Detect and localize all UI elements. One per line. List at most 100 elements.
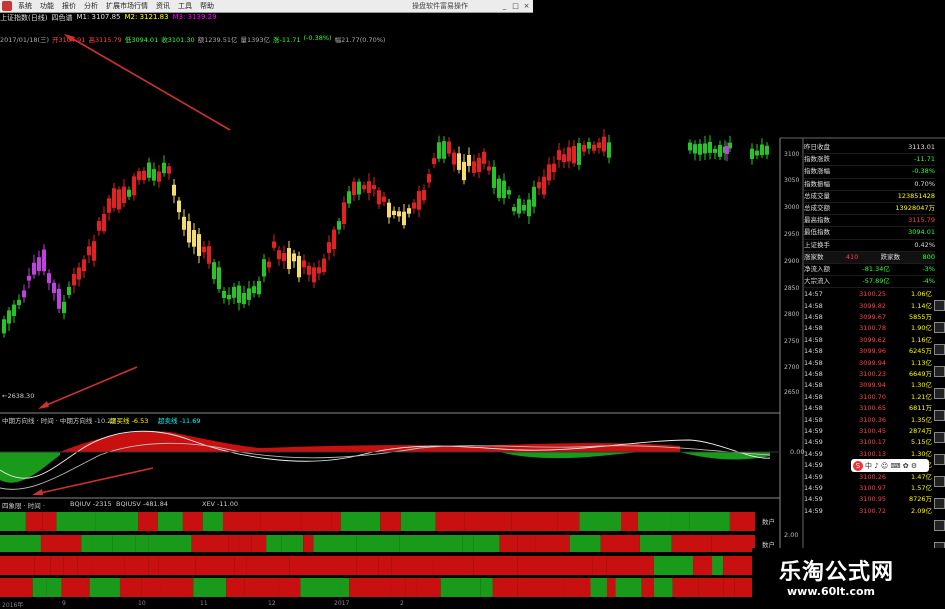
candle-body (602, 136, 606, 152)
candle-body (62, 301, 66, 314)
tick-price: 3100.95 (859, 495, 886, 504)
tick-volume: 5855万 (908, 313, 932, 322)
candle-body (7, 310, 11, 324)
tick-row[interactable]: 14:58 3099.94 1.13亿 (804, 358, 935, 369)
quadrant-band-segment (517, 535, 536, 552)
tool-button[interactable] (934, 454, 945, 465)
candle-body (307, 265, 311, 275)
tick-row[interactable]: 14:58 3099.94 1.30亿 (804, 380, 935, 391)
candle-body (457, 153, 461, 170)
candle-body (257, 281, 261, 295)
y-axis-label: 2850 (784, 285, 800, 292)
candlestick-series (2, 128, 769, 338)
tick-time: 14:59 (804, 495, 823, 504)
tick-row[interactable]: 14:58 3100.65 6811万 (804, 403, 935, 414)
quadrant-band-segment (511, 512, 558, 531)
tick-row[interactable]: 14:58 3099.62 1.16亿 (804, 335, 935, 346)
tick-price: 3100.78 (859, 324, 886, 333)
x-axis-label: 9 (62, 600, 66, 607)
candle-body (22, 290, 26, 298)
annotation-arrow-bottom (35, 467, 154, 495)
quote-label: 指数涨幅 (804, 167, 830, 176)
tick-row[interactable]: 14:58 3099.96 6245万 (804, 346, 935, 357)
quadrant-band-segment (440, 578, 481, 597)
tool-button[interactable] (934, 498, 945, 509)
tool-button[interactable] (934, 432, 945, 443)
tick-row[interactable]: 14:58 3100.70 1.21亿 (804, 392, 935, 403)
direction-line-indicator (0, 430, 780, 490)
tick-row[interactable]: 14:58 3099.82 1.14亿 (804, 301, 935, 312)
indicator2-v2: BQIUSV -481.84 (116, 500, 168, 508)
candle-body (755, 150, 759, 156)
tick-row[interactable]: 14:58 3100.36 1.35亿 (804, 415, 935, 426)
quadrant-band-segment (729, 512, 755, 531)
quadrant-band-segment (399, 535, 437, 552)
quote-label: 指数涨跌 (804, 155, 830, 164)
tool-button[interactable] (934, 300, 945, 311)
tick-row[interactable]: 14:59 3100.72 2.09亿 (804, 506, 935, 517)
quadrant-band-segment (435, 512, 465, 531)
tool-button[interactable] (934, 366, 945, 377)
tool-button[interactable] (934, 388, 945, 399)
flow-value: -81.34亿 (862, 264, 890, 273)
tick-time: 14:58 (804, 404, 823, 413)
quadrant-band-segment (639, 535, 672, 552)
indicator2-v3: XEV -11.00 (202, 500, 239, 508)
quadrant-band-segment (671, 535, 712, 552)
tick-row[interactable]: 14:58 3099.67 5855万 (804, 312, 935, 323)
candle-body (167, 166, 171, 174)
tick-time: 14:58 (804, 313, 823, 322)
tool-button[interactable] (934, 322, 945, 333)
candle-body (347, 191, 351, 204)
sogou-icon[interactable]: S (853, 460, 863, 471)
candle-body (267, 261, 271, 268)
quadrant-band-segment (416, 578, 441, 597)
candle-body (387, 202, 391, 218)
tool-button[interactable] (934, 344, 945, 355)
tick-row[interactable]: 14:58 3100.78 1.90亿 (804, 323, 935, 334)
candle-body (432, 158, 436, 165)
y-axis-label: 3100 (784, 151, 800, 158)
candle-body (492, 166, 496, 188)
quadrant-band-segment (46, 578, 62, 597)
tool-button[interactable] (934, 520, 945, 531)
candle-body (72, 273, 76, 286)
flow-row: 净流入额 -81.34亿 -3% (804, 264, 935, 277)
candle-body (417, 191, 421, 210)
candle-body (132, 176, 136, 196)
tick-row[interactable]: 14:59 3100.45 2874万 (804, 426, 935, 437)
tick-price: 3099.82 (859, 301, 886, 310)
x-axis-label: 2017 (334, 600, 350, 607)
tool-button[interactable] (934, 410, 945, 421)
tick-row[interactable]: 14:57 3100.25 1.06亿 (804, 289, 935, 300)
indicator1-name[interactable]: 中期方向线 · 时间 · 中期方向线 -10.23 (2, 415, 115, 425)
tick-row[interactable]: 14:59 3100.97 1.57亿 (804, 483, 935, 494)
quadrant-band-segment (464, 512, 512, 531)
quadrant-band-segment (0, 556, 35, 575)
candle-body (582, 144, 586, 152)
tick-row[interactable]: 14:59 3100.26 1.47亿 (804, 472, 935, 483)
down-count: 800 (922, 252, 935, 261)
candle-body (327, 242, 331, 253)
candle-body (92, 241, 96, 261)
tick-time: 14:58 (804, 381, 823, 390)
candle-body (527, 199, 531, 217)
tick-time: 14:59 (804, 506, 823, 515)
quote-row: 指数振幅 0.70% (804, 179, 935, 191)
indicator2-name[interactable]: 四象限 · 时间 · (2, 500, 45, 510)
quadrant-band-segment (281, 535, 304, 552)
candle-body (688, 142, 692, 151)
tool-button[interactable] (934, 476, 945, 487)
quote-label: 最高指数 (804, 216, 830, 225)
tick-list[interactable]: 14:57 3100.25 1.06亿 14:58 3099.82 1.14亿 14:58 3… (804, 289, 935, 517)
quadrant-band-segment (391, 556, 408, 575)
ime-toolbar[interactable]: S 中 ♪ ☺ ⌨ ✿ ⚙ (851, 459, 929, 472)
tick-row[interactable]: 14:58 3100.23 6649万 (804, 369, 935, 380)
quadrant-band-segment (260, 512, 302, 531)
tick-row[interactable]: 14:59 3100.95 8726万 (804, 494, 935, 505)
tick-row[interactable]: 14:59 3100.17 5.15亿 (804, 437, 935, 448)
candle-body (197, 234, 201, 256)
quadrant-band-segment (670, 512, 690, 531)
candle-body (247, 288, 251, 300)
quadrant-band-segment (689, 512, 730, 531)
